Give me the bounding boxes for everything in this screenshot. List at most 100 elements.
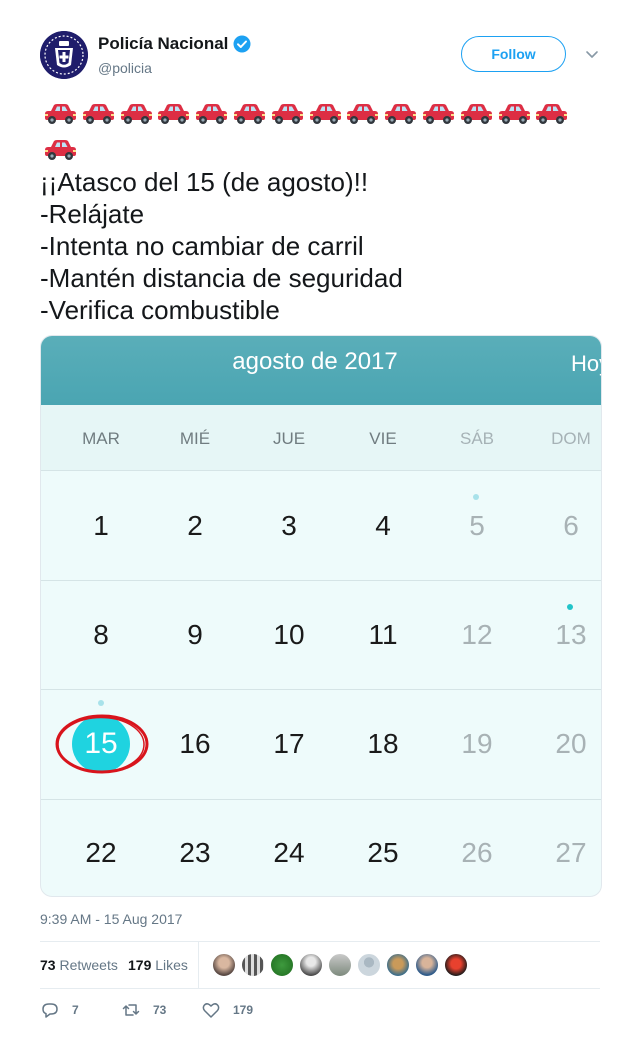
user-handle[interactable]: @policia (98, 60, 152, 76)
car-emoji-icon (347, 104, 379, 124)
heart-icon (202, 1003, 220, 1018)
like-count: 179 (233, 1003, 254, 1017)
event-dot (473, 494, 479, 500)
calendar-day[interactable]: 18 (343, 728, 423, 760)
chevron-down-icon[interactable] (584, 46, 600, 62)
avatar[interactable] (241, 953, 265, 977)
calendar-day[interactable]: 10 (249, 619, 329, 651)
calendar-weekday-row: MAR MIÉ JUE VIE SÁB DOM (41, 405, 601, 471)
engagement-stats: 73 Retweets 179 Likes (40, 941, 600, 989)
calendar-day[interactable]: 9 (155, 619, 235, 651)
tweet-timestamp[interactable]: 9:39 AM - 15 Aug 2017 (40, 911, 182, 927)
calendar-row-divider (41, 799, 601, 800)
avatar[interactable] (444, 953, 468, 977)
calendar-header: agosto de 2017 Hoy (41, 336, 601, 405)
calendar-day[interactable]: 17 (249, 728, 329, 760)
calendar-month-title: agosto de 2017 (232, 348, 398, 375)
car-emoji-icon (309, 104, 341, 124)
calendar-day[interactable]: 22 (61, 837, 141, 869)
calendar-day[interactable]: 25 (343, 837, 423, 869)
car-emoji-icon (158, 104, 190, 124)
weekday-label: VIE (369, 429, 397, 448)
tweet-line: -Intenta no cambiar de carril (40, 231, 364, 261)
car-emoji-icon (536, 104, 568, 124)
display-name[interactable]: Policía Nacional (98, 34, 228, 54)
car-emoji-icon (498, 104, 530, 124)
divider (40, 988, 600, 989)
red-circle-annotation (55, 714, 149, 774)
calendar-day[interactable]: 27 (531, 837, 601, 869)
calendar-day[interactable]: 24 (249, 837, 329, 869)
retweet-icon (122, 1004, 140, 1016)
tweet-actions: 7 73 179 (40, 998, 600, 1022)
weekday-label: JUE (272, 429, 306, 448)
calendar-day[interactable]: 4 (343, 510, 423, 542)
retweets-count: 73 (40, 957, 56, 973)
follow-button[interactable]: Follow (461, 36, 566, 72)
weekday-label: SÁB (459, 429, 495, 448)
car-emoji-icon (120, 104, 152, 124)
likes-label: Likes (155, 957, 188, 973)
calendar-day[interactable]: 26 (437, 837, 517, 869)
calendar-day[interactable]: 3 (249, 510, 329, 542)
tweet-line: ¡¡Atasco del 15 (de agosto)!! (40, 167, 369, 197)
avatar[interactable] (212, 953, 236, 977)
event-dot (98, 700, 104, 706)
calendar-day[interactable]: 11 (343, 619, 423, 651)
car-emoji-icon (45, 104, 76, 124)
calendar-row-divider (41, 580, 601, 581)
avatar[interactable] (40, 31, 88, 79)
tweet-line: -Relájate (40, 199, 145, 229)
calendar-day[interactable]: 16 (155, 728, 235, 760)
avatar[interactable] (415, 953, 439, 977)
retweets-stat[interactable]: 73 Retweets (40, 957, 118, 973)
car-emoji-icon (45, 140, 76, 160)
reply-button[interactable]: 7 (40, 998, 79, 1022)
retweet-count: 73 (153, 1003, 167, 1017)
calendar-day[interactable]: 2 (155, 510, 235, 542)
calendar-day[interactable]: 1 (61, 510, 141, 542)
police-badge-icon (40, 31, 88, 79)
car-emoji-icon (234, 104, 265, 124)
calendar-day[interactable]: 6 (531, 510, 601, 542)
retweets-label: Retweets (59, 957, 118, 973)
retweet-button[interactable]: 73 (121, 998, 166, 1022)
weekday-label: MIÉ (179, 429, 211, 448)
car-emoji-row (40, 96, 600, 166)
avatar[interactable] (328, 953, 352, 977)
avatar[interactable] (270, 953, 294, 977)
likes-count: 179 (128, 957, 152, 973)
calendar-day[interactable]: 5 (437, 510, 517, 542)
calendar-day[interactable]: 8 (61, 619, 141, 651)
tweet-text: ¡¡Atasco del 15 (de agosto)!! -Relájate … (40, 96, 600, 326)
name-row: Policía Nacional (98, 34, 251, 54)
calendar-day[interactable]: 12 (437, 619, 517, 651)
calendar-image[interactable]: agosto de 2017 Hoy MAR MIÉ JUE VIE SÁB D… (40, 335, 602, 897)
weekday-label: DOM (551, 429, 591, 448)
calendar-row-divider (41, 689, 601, 690)
calendar-day[interactable]: 19 (437, 728, 517, 760)
tweet-header: Policía Nacional @policia Follow (40, 30, 600, 82)
event-dot (567, 604, 573, 610)
like-button[interactable]: 179 (201, 998, 253, 1022)
weekday-label: MAR (82, 429, 120, 448)
avatar[interactable] (299, 953, 323, 977)
likes-stat[interactable]: 179 Likes (128, 957, 188, 973)
car-emoji-icon (423, 104, 454, 124)
calendar-day[interactable]: 23 (155, 837, 235, 869)
calendar-day[interactable]: 13 (531, 619, 601, 651)
verified-badge-icon (233, 35, 251, 53)
avatar[interactable] (386, 953, 410, 977)
car-emoji-icon (196, 104, 228, 124)
avatar[interactable] (357, 953, 381, 977)
stats-separator (198, 941, 199, 989)
tweet-line: -Verifica combustible (40, 295, 280, 325)
reply-count: 7 (72, 1003, 79, 1017)
calendar-today-label: Hoy (571, 351, 601, 376)
car-emoji-icon (385, 104, 417, 124)
reply-icon (42, 1003, 58, 1018)
car-emoji-icon (460, 104, 492, 124)
car-emoji-icon (271, 104, 303, 124)
calendar-day[interactable]: 20 (531, 728, 601, 760)
car-emoji-icon (82, 104, 114, 124)
